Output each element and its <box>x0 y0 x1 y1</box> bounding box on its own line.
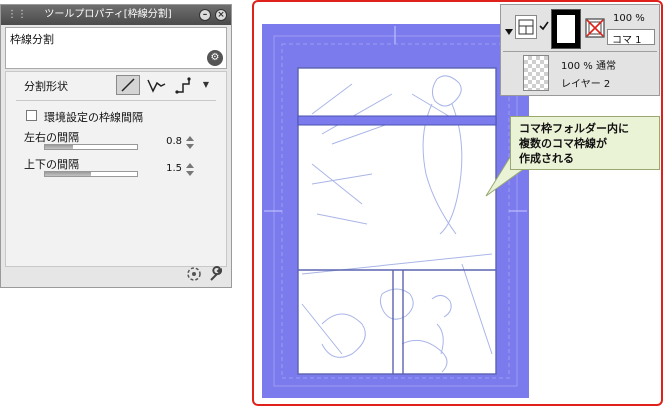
callout-line-3: 作成される <box>519 152 574 165</box>
property-list: 分割形状 ▼ 環境設定の枠線間隔 左右の間隔 0.8 上下の間隔 1.5 <box>5 71 227 267</box>
callout-text: コマ枠フォルダー内に 複数のコマ枠線が 作成される <box>519 121 629 166</box>
spin-up-icon[interactable] <box>186 136 194 141</box>
horizontal-gap-value: 0.8 <box>166 136 182 147</box>
spin-down-icon[interactable] <box>186 171 194 176</box>
layer-thumbnail <box>523 55 549 91</box>
horizontal-gap-fill <box>45 145 73 149</box>
mask-disabled-icon[interactable] <box>585 18 605 38</box>
wrench-icon[interactable] <box>207 265 225 283</box>
layer-divider <box>503 51 657 52</box>
layer-opacity-mode: 100 % 通常 <box>561 61 616 72</box>
reset-icon[interactable] <box>185 265 203 283</box>
tool-name-box: 枠線分割 ⚙ <box>5 27 227 69</box>
layer-name[interactable]: レイヤー 2 <box>561 75 610 90</box>
env-gap-checkbox[interactable] <box>26 110 37 121</box>
callout-box: コマ枠フォルダー内に 複数のコマ枠線が 作成される <box>510 116 660 170</box>
minimize-icon[interactable]: – <box>199 9 211 21</box>
horizontal-gap-spinner[interactable] <box>186 136 194 150</box>
close-icon[interactable]: × <box>215 9 227 21</box>
tool-property-palette: ⋮⋮ ツールプロパティ[枠線分割] – × 枠線分割 ⚙ 分割形状 ▼ 環境設定… <box>0 4 232 288</box>
vertical-gap-label: 上下の間隔 <box>24 158 79 171</box>
horizontal-gap-slider[interactable] <box>44 144 138 150</box>
chevron-down-icon[interactable]: ▼ <box>200 75 212 95</box>
check-icon <box>539 21 549 31</box>
spin-down-icon[interactable] <box>186 144 194 149</box>
layer-visibility-toggle[interactable] <box>515 15 537 39</box>
palette-titlebar[interactable]: ⋮⋮ ツールプロパティ[枠線分割] – × <box>1 5 231 25</box>
folder-expand-icon[interactable] <box>504 27 514 37</box>
folder-name: コマ 1 <box>612 35 642 46</box>
vertical-gap-spinner[interactable] <box>186 163 194 177</box>
folder-thumbnail <box>551 9 581 49</box>
callout-line-1: コマ枠フォルダー内に <box>519 122 629 135</box>
vertical-gap-value: 1.5 <box>166 163 182 174</box>
divider <box>16 100 216 101</box>
straight-line-icon[interactable] <box>116 75 140 95</box>
split-shape-selector: ▼ <box>116 75 212 95</box>
vertical-gap-slider[interactable] <box>44 171 138 177</box>
tool-name: 枠線分割 <box>10 33 54 46</box>
folder-name-field[interactable]: コマ 1 <box>607 29 655 46</box>
palette-grip-icon[interactable]: ⋮⋮ <box>7 9 27 21</box>
tool-settings-icon[interactable]: ⚙ <box>207 50 223 66</box>
folder-opacity: 100 % <box>613 13 645 24</box>
layer-palette: 100 % コマ 1 100 % 通常 レイヤー 2 <box>500 4 660 96</box>
step-line-icon[interactable] <box>172 75 196 95</box>
vertical-gap-fill <box>45 172 91 176</box>
env-gap-checkbox-label: 環境設定の枠線間隔 <box>44 111 143 124</box>
manga-page-canvas[interactable] <box>262 24 529 398</box>
palette-title: ツールプロパティ[枠線分割] <box>44 9 172 20</box>
callout-line-2: 複数のコマ枠線が <box>519 137 607 150</box>
palette-footer <box>185 265 225 283</box>
split-shape-label: 分割形状 <box>24 80 68 93</box>
spin-up-icon[interactable] <box>186 163 194 168</box>
polyline-icon[interactable] <box>144 75 168 95</box>
frame-folder-icon <box>518 19 534 35</box>
horizontal-gap-label: 左右の間隔 <box>24 131 79 144</box>
